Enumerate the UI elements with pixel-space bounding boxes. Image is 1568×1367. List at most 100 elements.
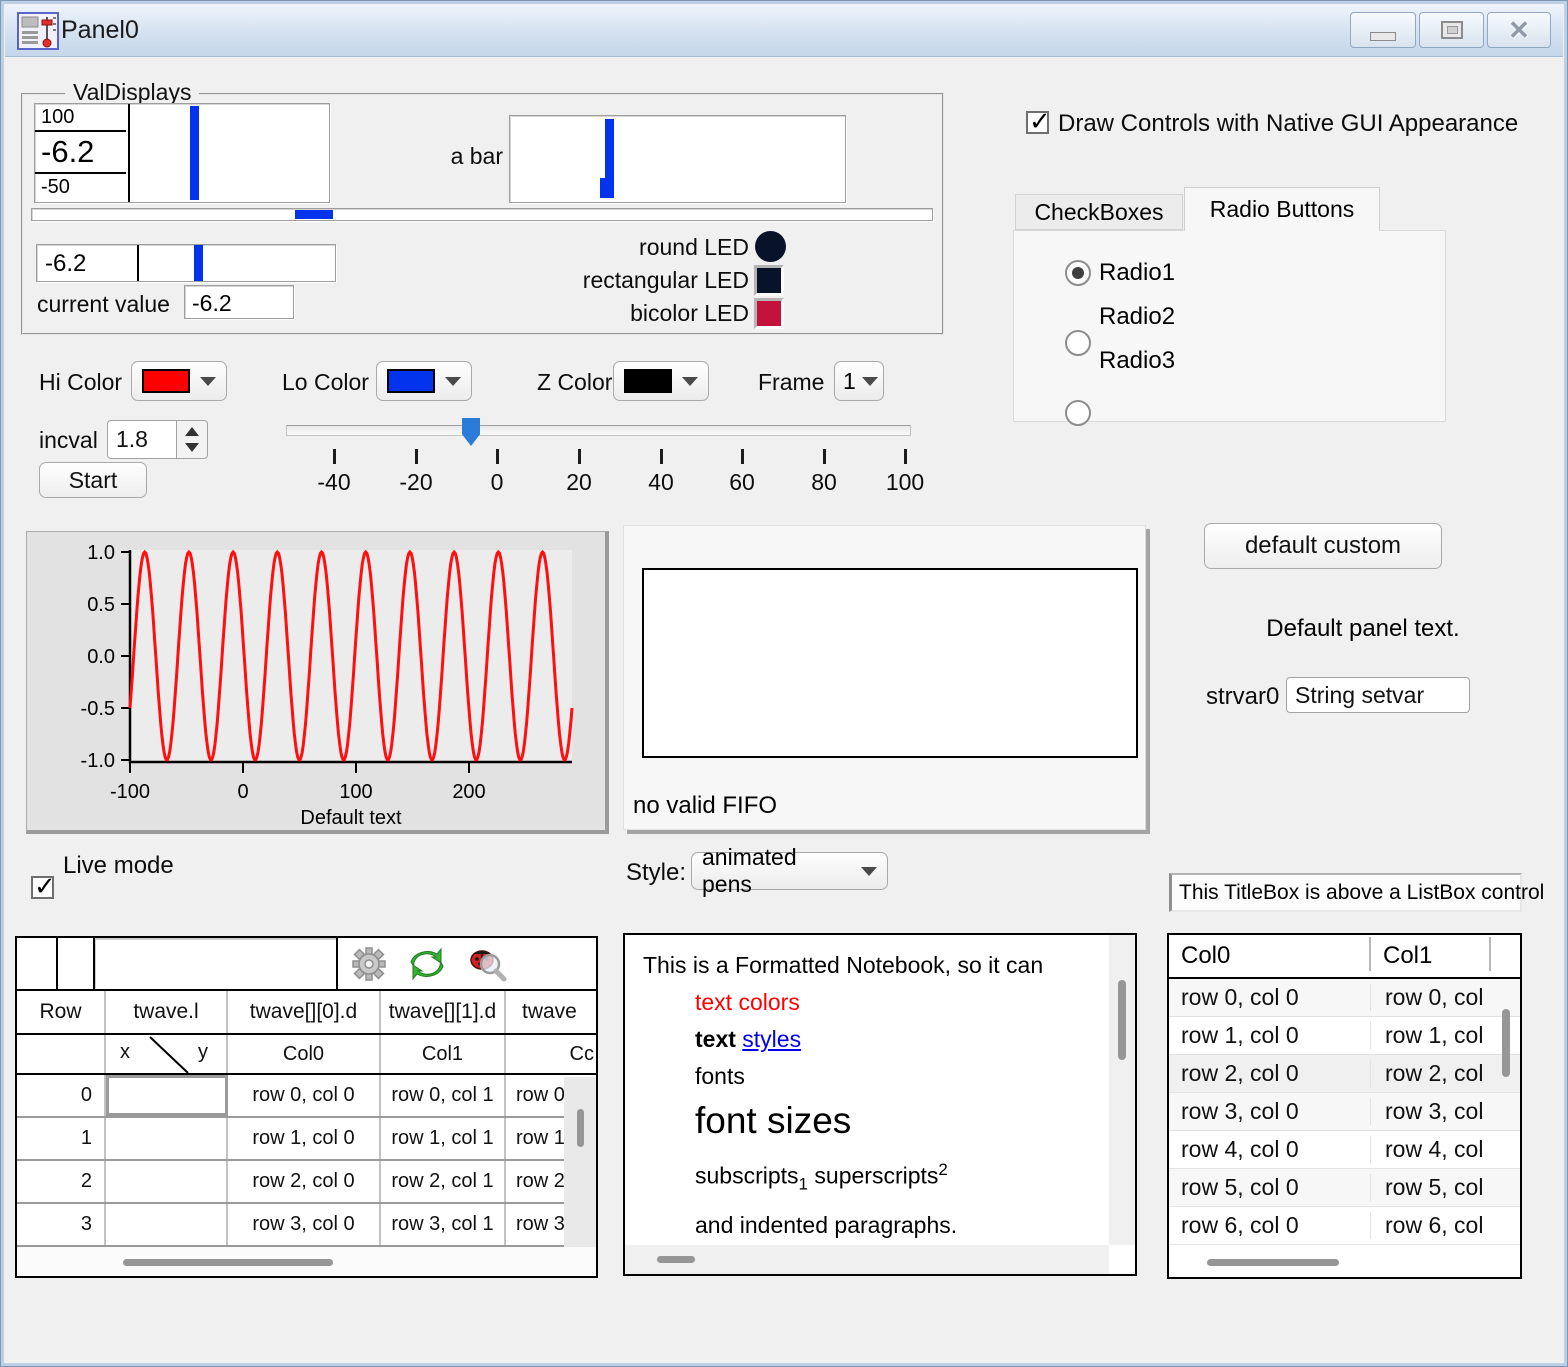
notebook-styles-link[interactable]: styles bbox=[742, 1026, 801, 1052]
frame-popup-value: 1 bbox=[843, 368, 856, 395]
z-color-popup[interactable] bbox=[613, 361, 709, 401]
tab-checkboxes[interactable]: CheckBoxes bbox=[1015, 194, 1183, 230]
table-cell[interactable]: row 1, col 0 bbox=[228, 1118, 381, 1159]
notebook-vscrollbar[interactable] bbox=[1109, 935, 1135, 1245]
table-col-header[interactable]: Row bbox=[17, 991, 106, 1033]
frame-label: Frame bbox=[758, 369, 824, 396]
formatted-notebook[interactable]: This is a Formatted Notebook, so it can … bbox=[623, 933, 1137, 1276]
radio2-button[interactable] bbox=[1065, 330, 1091, 356]
notebook-hscrollbar[interactable] bbox=[625, 1245, 1109, 1274]
table-subheader[interactable]: Col1 bbox=[381, 1035, 506, 1073]
table-cell[interactable]: row 0, col 1 bbox=[381, 1075, 506, 1116]
live-mode-checkbox[interactable]: ✓ bbox=[31, 876, 54, 899]
lo-color-swatch bbox=[387, 369, 435, 393]
slider-tick bbox=[415, 449, 418, 464]
listbox-vscroll-thumb[interactable] bbox=[1502, 1009, 1510, 1077]
table-cell[interactable] bbox=[106, 1161, 228, 1202]
table-subheader[interactable]: Col0 bbox=[228, 1035, 381, 1073]
notebook-fonts: fonts bbox=[695, 1058, 1105, 1095]
table-cell[interactable]: row 2, col 1 bbox=[381, 1161, 506, 1202]
valdisplay-inline-value: -6.2 bbox=[45, 250, 86, 278]
radio1-button[interactable] bbox=[1065, 260, 1091, 286]
table-cell[interactable]: row 1, col 1 bbox=[381, 1118, 506, 1159]
table-col-header[interactable]: twave[][0].d bbox=[228, 991, 381, 1033]
list-item[interactable]: row 4, col 0row 4, col bbox=[1169, 1131, 1520, 1169]
start-button[interactable]: Start bbox=[39, 462, 147, 498]
debug-search-icon[interactable] bbox=[468, 946, 508, 982]
slider-tick bbox=[660, 449, 663, 464]
notebook-hscroll-thumb[interactable] bbox=[657, 1256, 695, 1263]
notebook-line: This is a Formatted Notebook, so it can bbox=[643, 947, 1105, 984]
checkmark-icon: ✓ bbox=[34, 872, 56, 902]
selected-cell[interactable] bbox=[106, 1075, 228, 1116]
list-item[interactable]: row 6, col 0row 6, col bbox=[1169, 1207, 1520, 1245]
listbox-col-header[interactable]: Col1 bbox=[1369, 942, 1432, 970]
listbox-col-header[interactable]: Col0 bbox=[1169, 942, 1369, 970]
table-cell[interactable]: row 3, col 1 bbox=[381, 1204, 506, 1245]
strvar0-label: strvar0 bbox=[1206, 683, 1279, 711]
tab-radio-buttons[interactable]: Radio Buttons bbox=[1184, 187, 1380, 231]
default-custom-button[interactable]: default custom bbox=[1204, 523, 1442, 569]
table-cell[interactable]: row 0, col 0 bbox=[228, 1075, 381, 1116]
lo-color-popup[interactable] bbox=[376, 361, 472, 401]
listbox-hscroll-thumb[interactable] bbox=[1207, 1259, 1339, 1266]
z-color-label: Z Color bbox=[537, 369, 612, 396]
table-hscroll-thumb[interactable] bbox=[123, 1259, 333, 1266]
table-vscroll-thumb[interactable] bbox=[577, 1109, 584, 1147]
slider-thumb[interactable] bbox=[462, 418, 480, 446]
slider-track[interactable] bbox=[286, 425, 911, 436]
table-hscrollbar[interactable] bbox=[17, 1247, 596, 1276]
table-corner-cell2 bbox=[58, 938, 95, 989]
close-button[interactable]: ✕ bbox=[1487, 12, 1551, 48]
col-resize-handle[interactable] bbox=[1489, 937, 1491, 971]
row-number: 3 bbox=[17, 1204, 106, 1245]
table-cell[interactable] bbox=[106, 1204, 228, 1245]
table-entry-line[interactable] bbox=[95, 938, 338, 989]
listbox-hscrollbar[interactable] bbox=[1169, 1247, 1520, 1277]
table-col-header[interactable]: twave.l bbox=[106, 991, 228, 1033]
window-icon bbox=[17, 12, 59, 50]
listbox-vscrollbar[interactable] bbox=[1494, 981, 1518, 1245]
col-resize-handle[interactable] bbox=[1369, 937, 1371, 971]
table-cell[interactable]: row 2, col 0 bbox=[228, 1161, 381, 1202]
table-col-header[interactable]: twave bbox=[506, 991, 596, 1033]
table-vscrollbar[interactable] bbox=[564, 1077, 596, 1247]
table-cell[interactable]: row 3, col 0 bbox=[228, 1204, 381, 1245]
titlebox-text: This TitleBox is above a ListBox control bbox=[1172, 881, 1544, 905]
radio3-label: Radio3 bbox=[1099, 347, 1175, 375]
table-col-header[interactable]: twave[][1].d bbox=[381, 991, 506, 1033]
table-diagonal-cell: x y bbox=[106, 1035, 228, 1073]
thin-bar-display bbox=[31, 208, 933, 221]
gear-icon[interactable] bbox=[352, 947, 386, 981]
live-mode-label: Live mode bbox=[63, 852, 174, 880]
maximize-button[interactable] bbox=[1419, 12, 1484, 48]
minimize-button[interactable] bbox=[1350, 12, 1416, 48]
zero-tick bbox=[137, 245, 139, 281]
notebook-vscroll-thumb[interactable] bbox=[1118, 980, 1126, 1060]
native-gui-checkbox[interactable]: ✓ bbox=[1026, 111, 1049, 134]
table-cell[interactable] bbox=[106, 1118, 228, 1159]
list-item[interactable]: row 1, col 0row 1, col bbox=[1169, 1017, 1520, 1055]
list-item[interactable]: row 3, col 0row 3, col bbox=[1169, 1093, 1520, 1131]
notebook-indented: and indented paragraphs. bbox=[695, 1207, 1105, 1244]
style-popup[interactable]: animated pens bbox=[691, 852, 888, 890]
valdisplay-max: 100 bbox=[41, 106, 74, 129]
table-row: 3 row 3, col 0 row 3, col 1 row 3 bbox=[17, 1204, 596, 1247]
slider-tick bbox=[741, 449, 744, 464]
refresh-icon[interactable] bbox=[408, 947, 446, 981]
hi-color-popup[interactable] bbox=[131, 361, 227, 401]
incval-stepper[interactable] bbox=[177, 420, 208, 459]
y-tickmarks bbox=[121, 552, 130, 760]
frame-popup[interactable]: 1 bbox=[834, 361, 884, 401]
list-item[interactable]: row 2, col 0row 2, col bbox=[1169, 1055, 1520, 1093]
list-item[interactable]: row 5, col 0row 5, col bbox=[1169, 1169, 1520, 1207]
bicolor-led bbox=[754, 298, 784, 329]
radio3-button[interactable] bbox=[1065, 400, 1091, 426]
incval-field[interactable]: 1.8 bbox=[107, 420, 177, 459]
x-tick-label: 200 bbox=[452, 781, 485, 803]
table-subheader[interactable]: Cc bbox=[506, 1035, 596, 1073]
row-number: 1 bbox=[17, 1118, 106, 1159]
list-item[interactable]: row 0, col 0row 0, col bbox=[1169, 979, 1520, 1017]
strvar0-field[interactable]: String setvar bbox=[1286, 677, 1470, 713]
titlebox: This TitleBox is above a ListBox control bbox=[1169, 873, 1522, 912]
